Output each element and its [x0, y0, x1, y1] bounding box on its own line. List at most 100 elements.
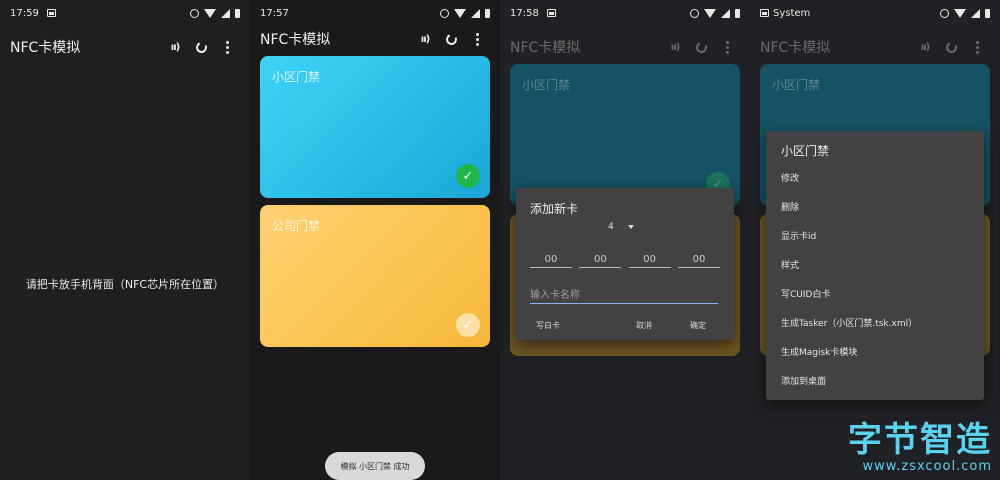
app-title: NFC卡模拟	[510, 40, 581, 56]
watermark-url: www.zsxcool.com	[862, 459, 992, 474]
battery-icon	[235, 8, 240, 18]
battery-icon	[485, 8, 490, 18]
refresh-button[interactable]	[188, 34, 214, 60]
check-icon[interactable]: ✓	[456, 313, 480, 337]
more-button[interactable]	[714, 34, 740, 60]
watermark-title: 字节智造	[848, 420, 992, 460]
write-blank-card-button[interactable]: 写白卡	[536, 320, 560, 331]
status-time: 17:57	[260, 7, 289, 19]
menu-item-style[interactable]: 样式	[781, 258, 799, 271]
menu-item-generate-magisk[interactable]: 生成Magisk卡模块	[781, 345, 857, 358]
more-vert-icon	[225, 40, 229, 54]
app-bar: NFC卡模拟 ıı)	[750, 30, 1000, 64]
card-name-input[interactable]	[530, 288, 718, 304]
alarm-icon	[940, 8, 949, 18]
image-notification-icon	[760, 9, 769, 17]
menu-item-write-cuid[interactable]: 写CUID白卡	[781, 287, 830, 300]
battery-icon	[985, 8, 990, 18]
nfc-button[interactable]: ıı)	[162, 34, 188, 60]
refresh-icon	[693, 39, 709, 55]
wifi-icon	[204, 8, 216, 18]
image-notification-icon	[46, 9, 56, 17]
uid-fields: 00 00 00 00	[530, 254, 720, 268]
dialog-title: 添加新卡	[530, 202, 579, 216]
signal-icon	[221, 8, 230, 18]
image-notification-icon	[546, 9, 556, 17]
more-vert-icon	[475, 32, 479, 46]
card-context-menu: 小区门禁 修改 删除 显示卡id 样式 写CUID白卡 生成Tasker（小区门…	[766, 131, 984, 400]
uid-byte-field[interactable]: 00	[579, 254, 622, 268]
watermark-logo: 字节智造 www.zsxcool.com	[848, 421, 992, 474]
menu-item-add-to-desktop[interactable]: 添加到桌面	[781, 374, 826, 387]
add-card-dialog: 添加新卡 4 00 00 00 00 写白卡 取消 确定	[516, 188, 734, 340]
refresh-icon	[943, 39, 959, 55]
app-bar: NFC卡模拟 ıı)	[0, 30, 250, 64]
toast-message: 模拟 小区门禁 成功	[325, 452, 425, 480]
nfc-icon: ıı)	[670, 41, 680, 53]
menu-item-show-id[interactable]: 显示卡id	[781, 229, 816, 242]
refresh-icon	[443, 31, 459, 47]
card-community-access: 小区门禁 ✓	[510, 64, 740, 206]
app-title: NFC卡模拟	[760, 40, 831, 56]
uid-byte-field[interactable]: 00	[628, 254, 671, 268]
check-icon[interactable]: ✓	[456, 164, 480, 188]
more-vert-icon	[975, 40, 979, 54]
signal-icon	[971, 8, 980, 18]
screen-add-card: 17:58 NFC卡模拟 ıı) 小区门禁 ✓ 添加新卡 4 00 00 00 …	[500, 0, 750, 480]
card-community-access[interactable]: 小区门禁 ✓	[260, 56, 490, 198]
dropdown-caret-icon	[627, 225, 634, 229]
wifi-icon	[704, 8, 716, 18]
card-label: 小区门禁	[272, 70, 321, 84]
cancel-button[interactable]: 取消	[636, 320, 652, 331]
card-label: 公司门禁	[272, 219, 321, 233]
refresh-icon	[193, 39, 209, 55]
nfc-icon: ıı)	[170, 41, 180, 53]
nfc-button[interactable]: ıı)	[912, 34, 938, 60]
nfc-icon: ıı)	[920, 41, 930, 53]
status-label: System	[773, 7, 811, 19]
uid-byte-field[interactable]: 00	[677, 254, 720, 268]
alarm-icon	[440, 8, 449, 18]
more-button[interactable]	[464, 26, 490, 52]
card-label: 小区门禁	[772, 78, 821, 92]
status-bar: 17:59	[0, 0, 250, 26]
status-bar: 17:58	[500, 0, 750, 26]
app-title: NFC卡模拟	[10, 40, 81, 56]
nfc-icon: ıı)	[420, 33, 430, 45]
byte-count-value: 4	[608, 222, 614, 232]
screen-card-menu: System NFC卡模拟 ıı) 小区门禁 小区门禁 修改 删除 显示卡id …	[750, 0, 1000, 480]
refresh-button[interactable]	[688, 34, 714, 60]
more-button[interactable]	[214, 34, 240, 60]
uid-byte-field[interactable]: 00	[530, 254, 572, 268]
screen-cards: 17:57 NFC卡模拟 ıı) 小区门禁 ✓ 公司门禁 ✓ 模拟 小区门禁 成…	[250, 0, 500, 480]
nfc-button[interactable]: ıı)	[412, 26, 438, 52]
status-bar: System	[750, 0, 1000, 26]
wifi-icon	[954, 8, 966, 18]
app-bar: NFC卡模拟 ıı)	[500, 30, 750, 64]
alarm-icon	[690, 8, 699, 18]
card-company-access[interactable]: 公司门禁 ✓	[260, 205, 490, 347]
nfc-button[interactable]: ıı)	[662, 34, 688, 60]
confirm-button[interactable]: 确定	[690, 320, 706, 331]
byte-count-select[interactable]: 4	[608, 222, 634, 232]
signal-icon	[471, 8, 480, 18]
refresh-button[interactable]	[438, 26, 464, 52]
more-button[interactable]	[964, 34, 990, 60]
signal-icon	[721, 8, 730, 18]
card-label: 小区门禁	[522, 78, 571, 92]
status-time: 17:59	[10, 7, 39, 19]
battery-icon	[735, 8, 740, 18]
more-vert-icon	[725, 40, 729, 54]
screen-scan: 17:59 NFC卡模拟 ıı) 请把卡放手机背面（NFC芯片所在位置）	[0, 0, 250, 480]
menu-title: 小区门禁	[781, 144, 830, 158]
app-bar: NFC卡模拟 ıı)	[250, 22, 500, 56]
alarm-icon	[190, 8, 199, 18]
wifi-icon	[454, 8, 466, 18]
refresh-button[interactable]	[938, 34, 964, 60]
menu-item-delete[interactable]: 删除	[781, 200, 799, 213]
app-title: NFC卡模拟	[260, 32, 331, 48]
menu-item-edit[interactable]: 修改	[781, 171, 799, 184]
status-time: 17:58	[510, 7, 539, 19]
scan-instruction: 请把卡放手机背面（NFC芯片所在位置）	[25, 278, 225, 291]
menu-item-generate-tasker[interactable]: 生成Tasker（小区门禁.tsk.xml）	[781, 316, 917, 329]
